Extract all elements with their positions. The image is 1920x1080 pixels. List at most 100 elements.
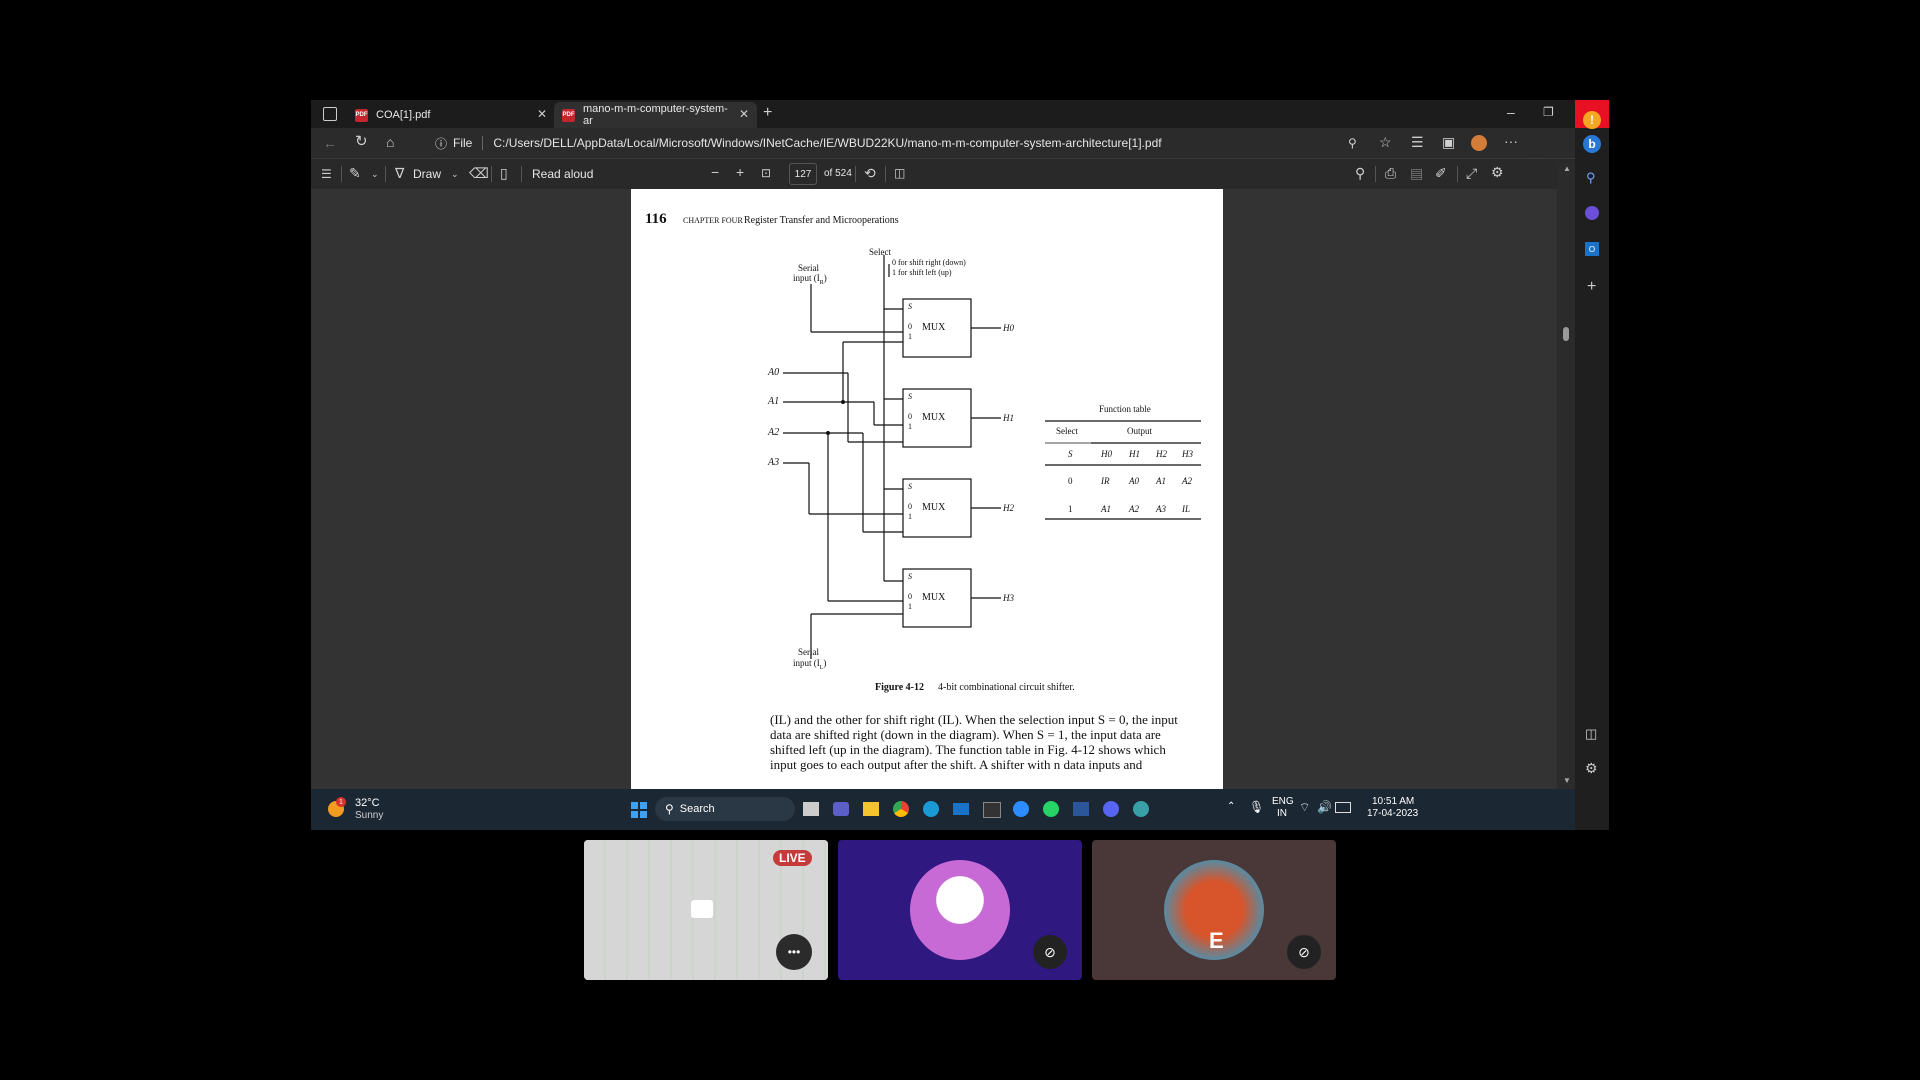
collections-icon[interactable]: ▣ <box>1442 135 1455 149</box>
chevron-down-icon[interactable]: ⌄ <box>371 167 379 181</box>
file-explorer-icon[interactable] <box>863 802 879 816</box>
whatsapp-icon[interactable] <box>1043 801 1059 817</box>
weather-desc: Sunny <box>355 810 384 821</box>
tab-mano[interactable]: PDF mano-m-m-computer-system-ar ✕ <box>554 102 757 128</box>
browser-window: PDF COA[1].pdf ✕ PDF mano-m-m-computer-s… <box>311 100 1609 830</box>
read-aloud-button[interactable]: Read aloud <box>532 167 593 181</box>
chrome-icon[interactable] <box>893 801 909 817</box>
print-icon[interactable]: ⎙ <box>1385 166 1396 180</box>
pdf-page: 116 CHAPTER FOUR Register Transfer and M… <box>631 189 1223 789</box>
text-icon[interactable]: ▯ <box>500 166 508 180</box>
draw-button[interactable]: Draw <box>413 167 441 181</box>
edge-sidebar: ! b ⚲ O + ◫ ⚙ <box>1575 100 1609 830</box>
outlook-icon[interactable]: O <box>1585 242 1599 256</box>
fullscreen-icon[interactable]: ⤢ <box>1466 166 1477 180</box>
new-tab-icon[interactable]: + <box>763 105 772 121</box>
restore-icon[interactable]: ❐ <box>1543 105 1554 119</box>
copilot-icon[interactable] <box>1585 206 1599 220</box>
word-icon[interactable] <box>1073 802 1089 816</box>
zoom-icon[interactable] <box>1013 801 1029 817</box>
table-cell: IR <box>1101 476 1110 486</box>
tab-coa[interactable]: PDF COA[1].pdf ✕ <box>355 102 555 128</box>
chevron-down-icon[interactable]: ⌄ <box>451 167 459 181</box>
add-icon[interactable]: + <box>1587 278 1596 296</box>
serial-input-top-label-2: input (IR) <box>793 273 827 286</box>
settings-icon[interactable]: ⚙ <box>1491 165 1504 179</box>
weather-badge: 1 <box>336 797 346 807</box>
terminal-icon[interactable] <box>983 802 1001 818</box>
battery-icon[interactable] <box>1335 802 1351 813</box>
scroll-down-icon[interactable]: ▼ <box>1563 776 1571 785</box>
input-a3: A3 <box>768 457 780 468</box>
rotate-icon[interactable]: ⟲ <box>864 166 876 180</box>
profile-avatar[interactable] <box>1471 135 1487 151</box>
vertical-scrollbar[interactable]: ▲ ▼ <box>1557 162 1575 789</box>
pdf-viewer[interactable]: 116 CHAPTER FOUR Register Transfer and M… <box>311 189 1557 789</box>
minimize-icon[interactable]: – <box>1507 105 1515 119</box>
clock-date[interactable]: 17-04-2023 <box>1367 808 1418 819</box>
back-icon[interactable]: ← <box>323 136 337 150</box>
chevron-up-icon[interactable]: ⌃ <box>1227 801 1235 812</box>
serial-input-bottom-label-2: input (IL) <box>793 658 827 671</box>
language[interactable]: ENG <box>1272 796 1294 807</box>
scroll-thumb[interactable] <box>1563 327 1569 341</box>
call-tile-user-e[interactable]: E ⊘ <box>1092 840 1336 980</box>
search-icon[interactable]: ⚲ <box>1355 166 1365 180</box>
contents-icon[interactable]: ☰ <box>321 167 332 181</box>
tab-title: mano-m-m-computer-system-ar <box>583 103 728 127</box>
table-cell: 0 <box>1068 476 1073 486</box>
close-icon[interactable]: ✕ <box>537 107 547 121</box>
teams-icon[interactable] <box>833 802 849 816</box>
more-icon[interactable]: ··· <box>1504 134 1518 148</box>
eraser-icon[interactable]: ⌫ <box>469 166 489 180</box>
edge-icon[interactable] <box>923 801 939 817</box>
start-icon[interactable] <box>631 802 647 818</box>
weather-temp: 32°C <box>355 797 380 809</box>
settings-icon[interactable]: ⚙ <box>1585 760 1598 777</box>
favorites-icon[interactable]: ☰ <box>1411 135 1424 149</box>
save-as-icon[interactable]: ✐ <box>1435 166 1447 180</box>
sidebar-toggle-icon[interactable]: ◫ <box>1585 726 1597 742</box>
home-icon[interactable]: ⌂ <box>386 135 394 149</box>
fit-width-icon[interactable]: ⊡ <box>761 166 771 180</box>
tab-actions-icon[interactable] <box>323 107 337 121</box>
discord-icon[interactable] <box>1103 801 1119 817</box>
task-view-icon[interactable] <box>803 802 819 816</box>
zoom-out-icon[interactable]: − <box>711 165 719 179</box>
more-options-button[interactable]: ••• <box>776 934 812 970</box>
figure-caption: 4-bit combinational circuit shifter. <box>938 682 1075 693</box>
favorite-add-icon[interactable]: ☆ <box>1379 135 1392 149</box>
input-a0: A0 <box>768 367 780 378</box>
highlight-icon[interactable]: ✎ <box>349 166 361 180</box>
call-tile-marshmello[interactable]: ⊘ <box>838 840 1082 980</box>
toolbar-divider <box>855 166 856 182</box>
address-url: C:/Users/DELL/AppData/Local/Microsoft/Wi… <box>493 136 1162 150</box>
wifi-icon[interactable]: ⌔ <box>1299 800 1310 815</box>
save-icon[interactable]: ▤ <box>1410 166 1423 180</box>
toolbar-divider <box>1375 166 1376 182</box>
select-note-1: 0 for shift right (down) <box>892 258 966 267</box>
address-prefix: File <box>453 136 473 150</box>
network-app-icon[interactable] <box>1133 801 1149 817</box>
region[interactable]: IN <box>1277 808 1287 819</box>
taskbar-search[interactable]: ⚲ Search <box>655 797 795 821</box>
warning-icon[interactable]: ! <box>1583 111 1601 129</box>
scroll-up-icon[interactable]: ▲ <box>1563 164 1571 173</box>
table-output-head: Output <box>1127 426 1153 436</box>
page-view-icon[interactable]: ◫ <box>894 166 905 180</box>
mail-icon[interactable] <box>953 803 969 815</box>
page-number-input[interactable]: 127 <box>789 163 817 185</box>
microphone-icon[interactable]: 🎙 <box>1249 800 1264 814</box>
toolbar-divider <box>885 166 886 182</box>
search-icon[interactable]: ⚲ <box>1586 170 1596 186</box>
zoom-icon[interactable]: ⚲ <box>1348 136 1357 150</box>
volume-icon[interactable]: 🔊 <box>1317 800 1332 814</box>
info-icon[interactable]: ⓘ <box>435 135 447 152</box>
close-icon[interactable]: ✕ <box>739 107 749 121</box>
call-tile-screen-share[interactable]: LIVE ••• <box>584 840 828 980</box>
bing-icon[interactable]: b <box>1583 135 1601 153</box>
clock-time[interactable]: 10:51 AM <box>1372 796 1414 807</box>
zoom-in-icon[interactable]: + <box>736 165 744 179</box>
refresh-icon[interactable]: ↻ <box>355 134 368 149</box>
draw-icon[interactable]: ∇ <box>395 166 404 180</box>
